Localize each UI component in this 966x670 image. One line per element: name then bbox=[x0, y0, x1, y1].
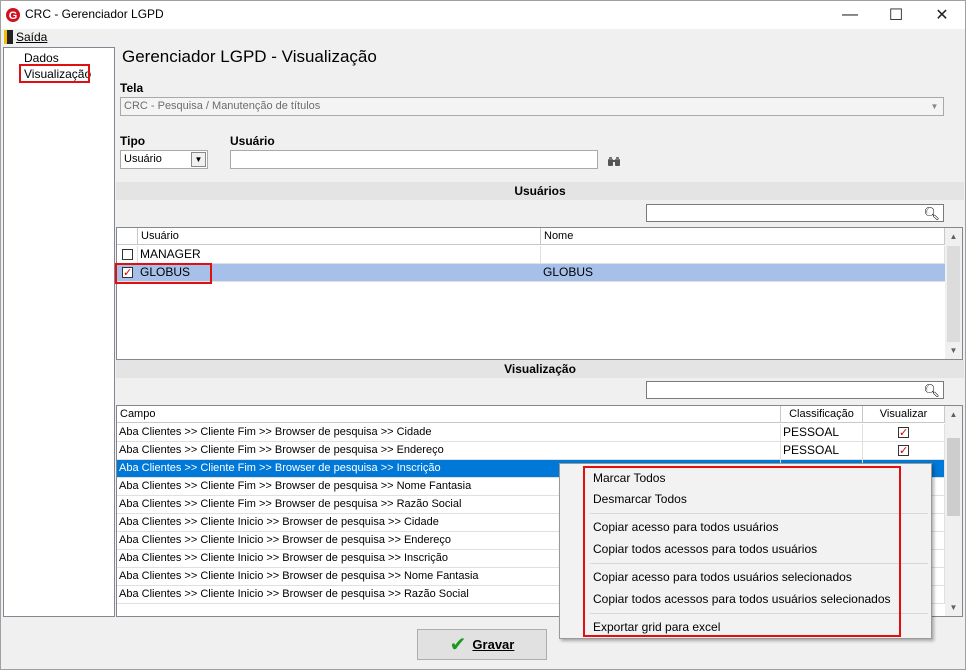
title-bar: G CRC - Gerenciador LGPD — ☐ ✕ bbox=[1, 1, 965, 29]
minimize-button[interactable]: — bbox=[827, 1, 873, 29]
table-row[interactable]: Aba Clientes >> Cliente Fim >> Browser d… bbox=[117, 442, 945, 460]
row-check-cell bbox=[117, 246, 138, 264]
visualizar-checkbox[interactable] bbox=[898, 443, 909, 460]
menu-exit-label: Saída bbox=[16, 30, 48, 44]
cell-campo: Aba Clientes >> Cliente Fim >> Browser d… bbox=[117, 442, 781, 460]
grid-header-usuario[interactable]: Usuário bbox=[138, 228, 541, 245]
scroll-up-icon[interactable]: ▲ bbox=[945, 406, 962, 423]
binoculars-icon[interactable] bbox=[607, 156, 621, 167]
scroll-down-icon[interactable]: ▼ bbox=[945, 342, 962, 359]
tipo-label: Tipo bbox=[120, 134, 146, 148]
usuario-label: Usuário bbox=[230, 134, 275, 148]
row-checkbox[interactable] bbox=[122, 249, 133, 260]
search-icon[interactable]: 🔍︎ bbox=[923, 206, 940, 222]
checkmark-icon: ✔ bbox=[449, 634, 467, 656]
tela-label: Tela bbox=[120, 81, 144, 95]
nav-tree: Dados Visualização bbox=[3, 47, 115, 617]
grid-header-nome[interactable]: Nome bbox=[541, 228, 945, 245]
tipo-select[interactable]: Usuário ▼ bbox=[120, 150, 208, 169]
grid-header-classificacao[interactable]: Classificação bbox=[781, 406, 863, 423]
tela-value: CRC - Pesquisa / Manutenção de títulos bbox=[124, 100, 321, 112]
highlight-box bbox=[115, 263, 212, 284]
visualizacao-search-input[interactable]: 🔍︎ bbox=[646, 381, 944, 399]
app-logo-icon: G bbox=[6, 8, 20, 22]
cell-classificacao: PESSOAL bbox=[781, 442, 863, 460]
page-title: Gerenciador LGPD - Visualização bbox=[122, 47, 377, 66]
table-row-selected[interactable]: GLOBUS GLOBUS bbox=[117, 264, 945, 282]
grid-header-visualizar[interactable]: Visualizar bbox=[863, 406, 945, 423]
tela-select[interactable]: CRC - Pesquisa / Manutenção de títulos ▼ bbox=[120, 97, 944, 116]
table-row[interactable]: Aba Clientes >> Cliente Fim >> Browser d… bbox=[117, 424, 945, 442]
usuarios-search-input[interactable]: 🔍︎ bbox=[646, 204, 944, 222]
cell-visualizar bbox=[863, 442, 945, 460]
cell-classificacao: PESSOAL bbox=[781, 424, 863, 442]
grid-header-campo[interactable]: Campo bbox=[117, 406, 781, 423]
usuarios-grid: Usuário Nome MANAGER GLOBUS GLOBUS ▲ ▼ bbox=[116, 227, 963, 360]
visualizacao-section-header: Visualização bbox=[116, 360, 964, 378]
save-button-label: Gravar bbox=[472, 637, 515, 652]
usuario-input[interactable] bbox=[230, 150, 598, 169]
scroll-thumb[interactable] bbox=[947, 246, 960, 342]
table-row[interactable]: MANAGER bbox=[117, 246, 945, 264]
cell-nome: GLOBUS bbox=[543, 265, 594, 279]
visualizacao-scrollbar[interactable]: ▲ ▼ bbox=[945, 406, 962, 616]
chevron-down-icon: ▼ bbox=[191, 152, 206, 167]
svg-text:G: G bbox=[9, 10, 18, 22]
grid-header-check bbox=[117, 228, 138, 245]
highlight-box bbox=[583, 466, 901, 637]
cell-campo: Aba Clientes >> Cliente Fim >> Browser d… bbox=[117, 424, 781, 442]
tipo-value: Usuário bbox=[124, 153, 162, 165]
cell-visualizar bbox=[863, 424, 945, 442]
scroll-down-icon[interactable]: ▼ bbox=[945, 599, 962, 616]
chevron-down-icon: ▼ bbox=[930, 102, 939, 111]
nav-item-dados[interactable]: Dados bbox=[24, 51, 59, 65]
cell-usuario: MANAGER bbox=[138, 246, 541, 264]
usuarios-scrollbar[interactable]: ▲ ▼ bbox=[945, 228, 962, 359]
save-button[interactable]: ✔ Gravar bbox=[417, 629, 547, 660]
cell-nome bbox=[541, 246, 945, 264]
window-title: CRC - Gerenciador LGPD bbox=[25, 7, 164, 21]
search-icon[interactable]: 🔍︎ bbox=[923, 383, 940, 399]
scroll-thumb[interactable] bbox=[947, 438, 960, 516]
maximize-button[interactable]: ☐ bbox=[873, 1, 919, 29]
menu-exit[interactable]: Saída bbox=[4, 30, 47, 44]
highlight-box bbox=[19, 64, 90, 83]
door-exit-icon bbox=[4, 30, 13, 44]
menu-bar: Saída bbox=[1, 29, 965, 47]
visualizar-checkbox[interactable] bbox=[898, 425, 909, 442]
usuarios-section-header: Usuários bbox=[116, 182, 964, 200]
main-window: G CRC - Gerenciador LGPD — ☐ ✕ Saída Dad… bbox=[0, 0, 966, 670]
close-button[interactable]: ✕ bbox=[919, 1, 965, 29]
scroll-up-icon[interactable]: ▲ bbox=[945, 228, 962, 245]
